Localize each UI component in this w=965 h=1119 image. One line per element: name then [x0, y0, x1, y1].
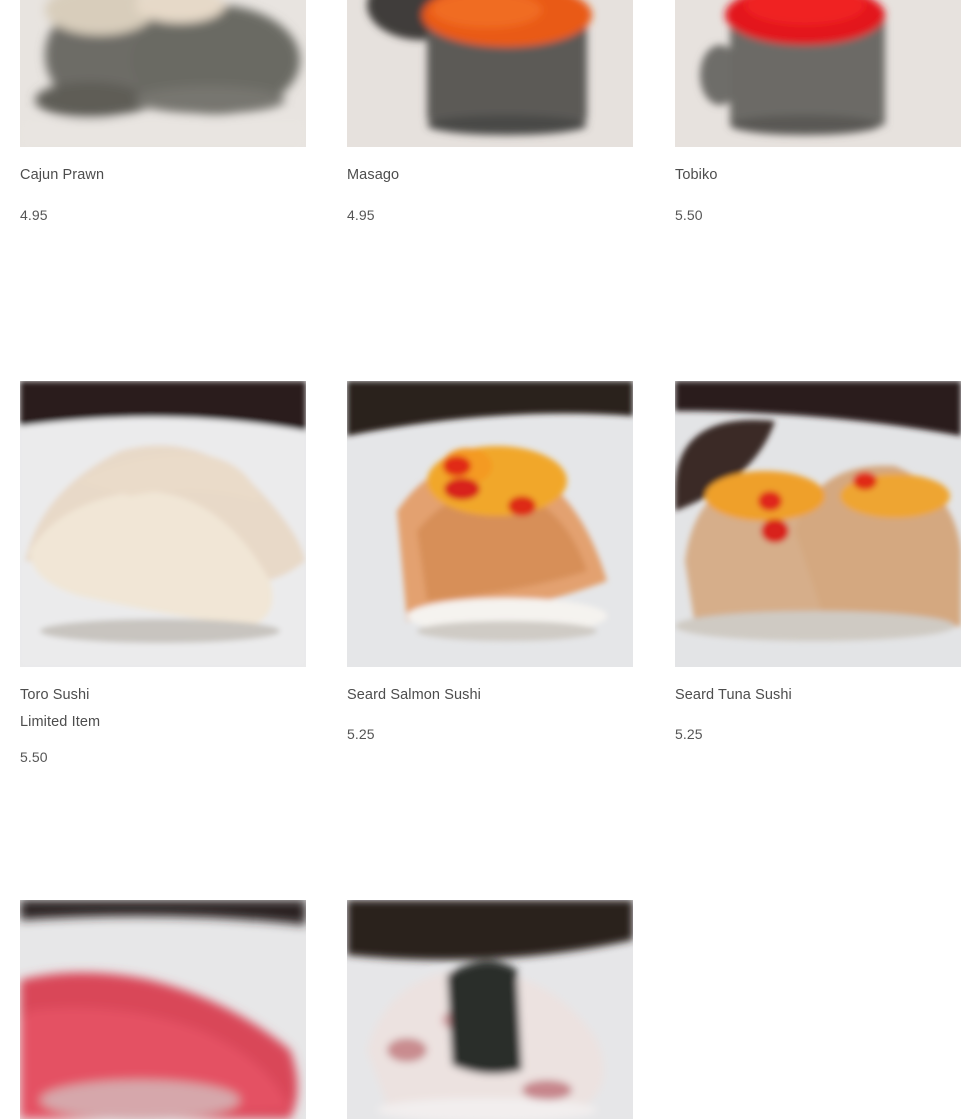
limited-item-note: Limited Item	[20, 714, 101, 730]
item-price: 5.25	[347, 726, 375, 742]
seard-tuna-sushi-photo[interactable]	[675, 381, 961, 667]
item-price: 4.95	[347, 207, 375, 223]
menu-item-tobiko[interactable]: Tobiko 5.50	[675, 0, 961, 230]
item-name: Seard Salmon Sushi	[347, 687, 481, 703]
item-name: Toro Sushi	[20, 687, 90, 703]
menu-item-seard-salmon-sushi[interactable]: Seard Salmon Sushi 5.25	[347, 381, 633, 761]
toro-sushi-photo[interactable]	[20, 381, 306, 667]
tuna-sushi-photo[interactable]	[20, 900, 306, 1119]
item-name: Seard Tuna Sushi	[675, 687, 792, 703]
masago-photo[interactable]	[347, 0, 633, 147]
item-price: 5.25	[675, 726, 703, 742]
tobiko-photo[interactable]	[675, 0, 961, 147]
item-price: 5.50	[20, 749, 48, 765]
menu-item-masago[interactable]: Masago 4.95	[347, 0, 633, 230]
seard-salmon-sushi-photo[interactable]	[347, 381, 633, 667]
menu-item-tuna-sushi[interactable]	[20, 900, 306, 1119]
octopus-sushi-photo[interactable]	[347, 900, 633, 1119]
item-price: 4.95	[20, 207, 48, 223]
item-name: Masago	[347, 167, 400, 183]
menu-item-octopus-sushi[interactable]	[347, 900, 633, 1119]
item-price: 5.50	[675, 207, 703, 223]
item-name: Cajun Prawn	[20, 167, 105, 183]
cajun-prawn-photo[interactable]	[20, 0, 306, 147]
item-name: Tobiko	[675, 167, 718, 183]
menu-item-toro-sushi[interactable]: Toro Sushi Limited Item 5.50	[20, 381, 306, 781]
menu-item-cajun-prawn[interactable]: Cajun Prawn 4.95	[20, 0, 306, 230]
menu-item-seard-tuna-sushi[interactable]: Seard Tuna Sushi 5.25	[675, 381, 961, 761]
